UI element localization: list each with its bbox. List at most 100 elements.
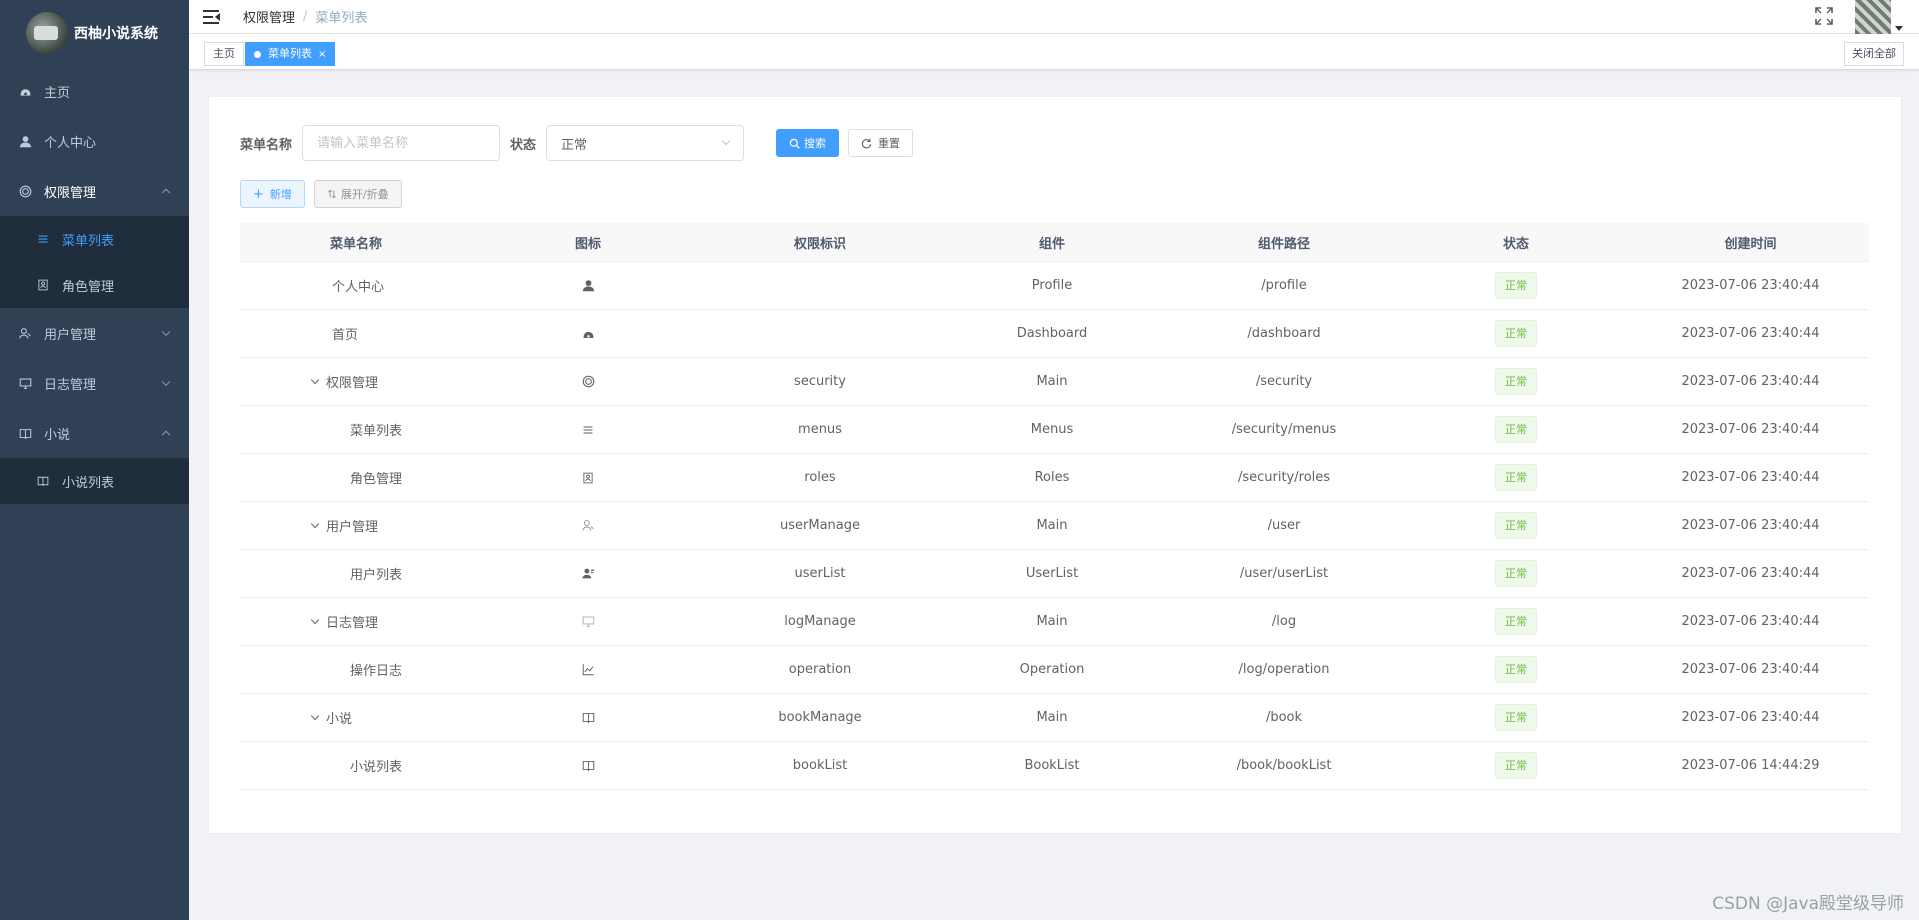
user-list-icon — [581, 567, 595, 581]
refresh-icon — [861, 138, 872, 148]
caret-down-icon[interactable] — [1895, 26, 1903, 31]
close-all-button[interactable]: 关闭全部 — [1844, 42, 1904, 66]
sidebar-item-users[interactable]: 用户管理 — [0, 308, 189, 358]
menu-name: 首页 — [332, 328, 359, 343]
cell-created: 2023-07-06 23:40:44 — [1681, 326, 1820, 341]
menu-name: 角色管理 — [350, 472, 403, 487]
table-row[interactable]: 日志管理 logManage Main/log 正常 2023-07-06 23:40:… — [240, 598, 1869, 646]
table-row[interactable]: 操作日志 operation Operation/log/operation 正常 20… — [240, 646, 1869, 694]
table-row[interactable]: 小说 bookManage Main/book 正常 2023-07-06 23:40:… — [240, 694, 1869, 742]
cell-component: Main — [1036, 374, 1068, 389]
chevron-up-icon — [161, 430, 171, 440]
table-row[interactable]: 角色管理 roles Roles/security/roles 正常 2023-07-0… — [240, 454, 1869, 502]
book-submenu: 小说列表 — [0, 458, 189, 504]
cell-name: 用户列表 — [240, 564, 472, 583]
monitor-icon — [18, 376, 32, 390]
peoples-icon — [18, 326, 32, 340]
hamburger-icon[interactable] — [203, 9, 221, 24]
status-badge: 正常 — [1495, 272, 1537, 299]
sidebar-item-home[interactable]: 主页 — [0, 66, 189, 116]
tag-current[interactable]: 菜单列表 × — [245, 42, 336, 66]
sidebar-item-logs[interactable]: 日志管理 — [0, 358, 189, 408]
sidebar-item-security[interactable]: 权限管理 — [0, 166, 189, 216]
menu-name: 个人中心 — [332, 280, 385, 295]
cell-perm: userManage — [780, 518, 860, 533]
menu-name: 菜单列表 — [350, 424, 403, 439]
cell-name: 日志管理 — [240, 612, 472, 631]
app-title: 西柚小说系统 — [74, 26, 158, 42]
cell-created: 2023-07-06 23:40:44 — [1681, 470, 1820, 485]
breadcrumb-separator: / — [303, 9, 308, 24]
sidebar-item-label: 菜单列表 — [62, 233, 115, 249]
peoples-icon — [581, 519, 595, 533]
cell-status: 正常 — [1400, 704, 1632, 731]
sidebar-item-book-list[interactable]: 小说列表 — [0, 458, 189, 504]
cell-name: 小说 — [240, 708, 472, 727]
chevron-up-icon — [161, 188, 171, 198]
expand-arrow-icon[interactable] — [310, 711, 320, 721]
cell-icon — [472, 423, 704, 437]
sidebar-item-book[interactable]: 小说 — [0, 408, 189, 458]
list-icon — [36, 232, 50, 246]
search-button[interactable]: 搜索 — [776, 129, 840, 157]
status-badge: 正常 — [1495, 656, 1537, 683]
table-row[interactable]: 用户管理 userManage Main/user 正常 2023-07-06 23:4… — [240, 502, 1869, 550]
fullscreen-icon[interactable] — [1814, 6, 1834, 26]
cell-status: 正常 — [1400, 368, 1632, 395]
expand-collapse-button[interactable]: 展开/折叠 — [313, 180, 402, 208]
cell-status: 正常 — [1400, 320, 1632, 347]
cell-icon — [472, 375, 704, 389]
cell-path: /security — [1255, 374, 1313, 389]
cell-component: Operation — [1019, 662, 1085, 677]
avatar[interactable] — [1855, 0, 1891, 34]
expand-arrow-icon[interactable] — [310, 519, 320, 529]
logo[interactable]: 西柚小说系统 — [0, 0, 189, 66]
table-row[interactable]: 用户列表 userList UserList/user/userList 正常 2023… — [240, 550, 1869, 598]
expand-arrow-icon[interactable] — [310, 615, 320, 625]
cell-name: 用户管理 — [240, 516, 472, 535]
menu-name: 用户列表 — [350, 568, 403, 583]
column-header: 状态 — [1502, 236, 1529, 252]
table-body: 个人中心 Profile/profile 正常 2023-07-06 23:40:44… — [240, 262, 1869, 790]
table-header: 菜单名称 图标 权限标识 组件 组件路径 状态 创建时间 — [240, 223, 1869, 262]
monitor-icon — [581, 615, 595, 629]
search-form: 菜单名称 状态 正常 搜索 重置 — [240, 125, 914, 161]
cell-name: 菜单列表 — [240, 420, 472, 439]
tag-home[interactable]: 主页 — [204, 42, 244, 66]
menu-name: 小说列表 — [350, 760, 403, 775]
menu-name: 权限管理 — [326, 376, 379, 391]
table-row[interactable]: 菜单列表 menus Menus/security/menus 正常 2023-07-0… — [240, 406, 1869, 454]
table-row[interactable]: 权限管理 security Main/security 正常 2023-07-06 23… — [240, 358, 1869, 406]
cell-component: Roles — [1034, 470, 1070, 485]
menu-name: 用户管理 — [326, 520, 379, 535]
chart-icon — [581, 663, 595, 677]
menu-name-input[interactable] — [317, 135, 486, 151]
sidebar-item-menus[interactable]: 菜单列表 — [0, 216, 189, 262]
cell-perm: operation — [788, 662, 852, 677]
expand-arrow-icon[interactable] — [310, 375, 320, 385]
cell-path: /security/roles — [1237, 470, 1331, 485]
table-row[interactable]: 个人中心 Profile/profile 正常 2023-07-06 23:40:44 — [240, 262, 1869, 310]
cell-icon — [472, 279, 704, 293]
sidebar-item-profile[interactable]: 个人中心 — [0, 116, 189, 166]
tags-view: 主页 菜单列表 × 关闭全部 — [189, 34, 1919, 70]
add-button[interactable]: + 新增 — [240, 180, 305, 208]
status-select[interactable]: 正常 — [546, 125, 745, 161]
table-row[interactable]: 首页 Dashboard/dashboard 正常 2023-07-06 23:40:… — [240, 310, 1869, 358]
breadcrumb-item[interactable]: 权限管理 — [243, 7, 295, 26]
table-row[interactable]: 小说列表 bookList BookList/book/bookList 正常 2023… — [240, 742, 1869, 790]
top-navbar: 权限管理 / 菜单列表 — [189, 0, 1919, 34]
cell-created: 2023-07-06 14:44:29 — [1681, 758, 1820, 773]
cell-path: /book — [1265, 710, 1303, 725]
sidebar-item-label: 个人中心 — [44, 135, 97, 151]
close-icon[interactable]: × — [318, 49, 326, 60]
sidebar-item-roles[interactable]: 角色管理 — [0, 262, 189, 308]
reset-button[interactable]: 重置 — [848, 129, 914, 157]
cell-created: 2023-07-06 23:40:44 — [1681, 710, 1820, 725]
sidebar-item-label: 角色管理 — [62, 279, 115, 295]
cell-status: 正常 — [1400, 608, 1632, 635]
book-icon — [36, 474, 50, 488]
cell-component: Main — [1036, 518, 1068, 533]
dashboard-icon — [18, 84, 32, 98]
cell-path: /security/menus — [1231, 422, 1337, 437]
